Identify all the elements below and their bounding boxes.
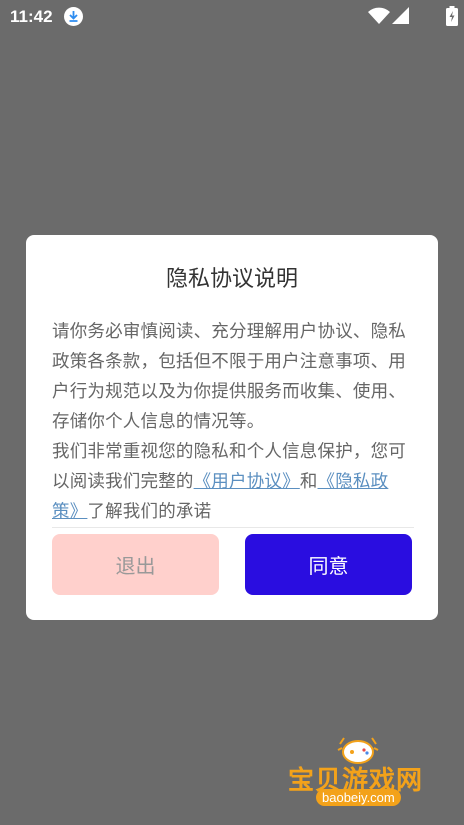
watermark-url: baobeiy.com xyxy=(316,789,401,806)
privacy-dialog: 隐私协议说明 请你务必审慎阅读、充分理解用户协议、隐私政策各条款，包括但不限于用… xyxy=(26,235,438,620)
wifi-icon xyxy=(368,7,390,24)
agree-button[interactable]: 同意 xyxy=(245,534,412,595)
user-agreement-link[interactable]: 《用户协议》 xyxy=(194,472,300,492)
status-time: 11:42 xyxy=(10,7,53,26)
watermark: 宝贝游戏网 baobeiy.com xyxy=(288,734,438,824)
divider xyxy=(52,527,414,528)
status-bar: 11:42 xyxy=(0,0,464,34)
battery-icon xyxy=(446,6,458,26)
privacy-paragraph-1: 请你务必审慎阅读、充分理解用户协议、隐私政策各条款，包括但不限于用户注意事项、用… xyxy=(52,322,406,432)
paragraph-2-suffix: 了解我们的承诺 xyxy=(87,502,212,522)
signal-icon xyxy=(392,7,409,24)
download-icon xyxy=(64,7,83,26)
dialog-title: 隐私协议说明 xyxy=(165,267,298,292)
privacy-paragraph-2: 我们非常重视您的隐私和个人信息保护，您可以阅读我们完整的《用户协议》和《隐私政策… xyxy=(52,437,414,527)
exit-button[interactable]: 退出 xyxy=(52,534,219,595)
and-text: 和 xyxy=(299,472,318,492)
dialog-body: 请你务必审慎阅读、充分理解用户协议、隐私政策各条款，包括但不限于用户注意事项、用… xyxy=(52,317,414,527)
